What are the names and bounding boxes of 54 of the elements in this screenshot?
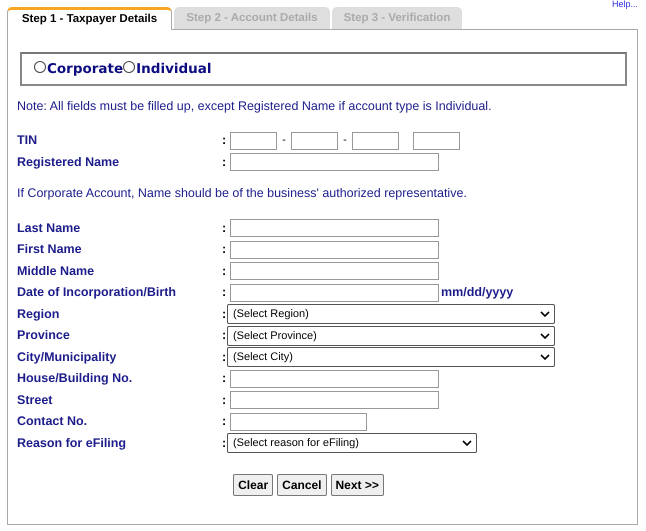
input-field[interactable] <box>230 219 439 238</box>
dropdown[interactable]: (Select reason for eFiling) <box>227 433 477 454</box>
input-field[interactable] <box>230 370 439 388</box>
colon: : <box>222 306 228 323</box>
field-label: Registered Name <box>17 154 120 171</box>
colon: : <box>222 392 228 409</box>
form-button[interactable]: Cancel <box>277 474 327 496</box>
field-label: City/Municipality <box>17 348 118 366</box>
note-text: Note: All fields must be filled up, except Registered Name if account type is Individual. <box>17 98 493 115</box>
colon: : <box>222 132 228 150</box>
field-label: Province <box>17 327 71 344</box>
dropdown[interactable]: (Select Province) <box>227 326 555 346</box>
field-label: Region <box>17 306 60 323</box>
input-field[interactable] <box>413 132 460 150</box>
field-label: Date of Incorporation/Birth <box>17 284 178 302</box>
input-field[interactable] <box>230 240 439 259</box>
input-field[interactable] <box>352 132 399 150</box>
form-button[interactable]: Next >> <box>330 474 384 496</box>
colon: : <box>222 241 228 258</box>
field-label: Contact No. <box>17 413 88 430</box>
field-label: Middle Name <box>17 262 96 280</box>
dropdown[interactable]: (Select Region) <box>227 304 555 324</box>
colon: : <box>222 220 228 237</box>
form-button[interactable]: Clear <box>233 474 274 496</box>
input-field[interactable] <box>291 132 338 150</box>
colon: : <box>222 327 228 344</box>
field-label: Reason for eFiling <box>17 434 128 452</box>
input-field[interactable] <box>230 284 439 302</box>
tab[interactable]: Step 1 - Taxpayer Details <box>7 7 172 30</box>
input-field[interactable] <box>230 391 439 410</box>
field-label: Last Name <box>17 220 82 237</box>
colon: : <box>222 262 228 280</box>
input-field[interactable] <box>230 132 277 150</box>
input-field[interactable] <box>230 153 439 171</box>
colon: : <box>222 154 228 171</box>
separator: - <box>281 133 287 148</box>
radio-option[interactable]: Individual <box>123 58 212 80</box>
colon: : <box>222 413 228 430</box>
input-field[interactable] <box>230 262 439 280</box>
field-label: First Name <box>17 241 83 258</box>
colon: : <box>222 348 228 366</box>
colon: : <box>222 370 228 388</box>
radio-option[interactable]: Corporate <box>34 58 124 80</box>
help-link[interactable]: Help... <box>612 0 638 9</box>
input-field[interactable] <box>230 412 367 431</box>
field-label: House/Building No. <box>17 370 134 388</box>
note-text: If Corporate Account, Name should be of the business' authorized representative. <box>17 184 468 202</box>
date-format-hint: mm/dd/yyyy <box>441 284 514 302</box>
colon: : <box>222 434 228 452</box>
separator: - <box>342 133 348 148</box>
field-label: Street <box>17 392 54 409</box>
dropdown[interactable]: (Select City) <box>227 347 555 368</box>
colon: : <box>222 284 228 302</box>
field-label: TIN <box>17 132 38 150</box>
